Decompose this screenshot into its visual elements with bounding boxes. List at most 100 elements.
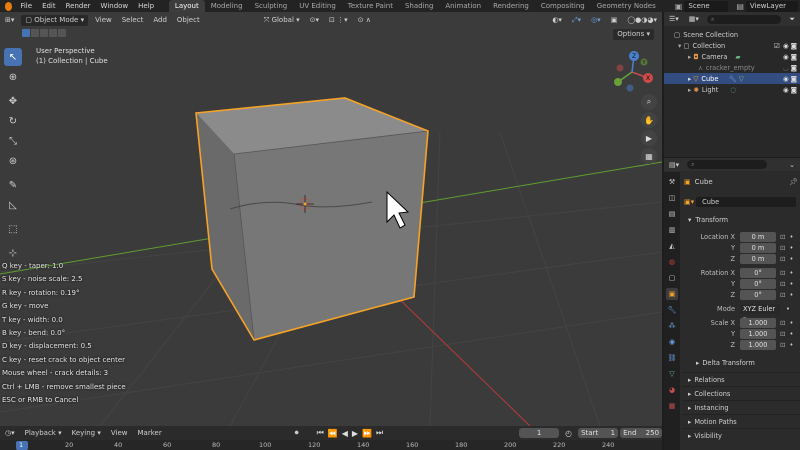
next-keyframe-icon[interactable]: ⏩	[360, 429, 374, 438]
scale-x-field[interactable]: 1.000	[740, 317, 776, 328]
start-frame-field[interactable]: Start 1	[578, 428, 619, 438]
render-camera-icon[interactable]: ◙	[791, 64, 797, 72]
lock-icon[interactable]: ⊡	[780, 319, 786, 327]
eye-hidden-icon[interactable]: ◡	[783, 64, 789, 72]
lock-icon[interactable]: ⊡	[780, 330, 786, 338]
tab-sculpting[interactable]: Sculpting	[249, 0, 294, 12]
menu-timeline-view[interactable]: View	[106, 426, 133, 440]
display-mode-icon[interactable]: ▦▾	[684, 12, 704, 26]
menu-file[interactable]: File	[15, 0, 37, 12]
keyframe-dot-icon[interactable]: •	[790, 255, 794, 263]
current-frame-field[interactable]: 1	[519, 428, 560, 438]
tree-row-cracker-empty[interactable]: ⋏ cracker_empty ◡ ◙	[664, 62, 800, 73]
relations-section[interactable]: ▸ Relations	[682, 372, 800, 386]
overlay-toggle-icon[interactable]: ◎▾	[586, 13, 606, 27]
rotation-mode-dropdown[interactable]: XYZ Euler ▾	[740, 303, 780, 323]
keyframe-dot-icon[interactable]: •	[790, 233, 794, 241]
eye-icon[interactable]: ◉	[783, 75, 789, 83]
exclude-checkbox-icon[interactable]: ☑	[774, 42, 780, 50]
eye-icon[interactable]: ◉	[783, 86, 789, 94]
tab-texture-paint[interactable]: Texture Paint	[342, 0, 399, 12]
menu-edit[interactable]: Edit	[37, 0, 61, 12]
perspective-toggle-icon[interactable]: ▦	[641, 148, 657, 164]
tab-world-icon[interactable]: ◍	[666, 256, 678, 268]
tree-row-scene-collection[interactable]: ▢ Scene Collection	[664, 29, 800, 40]
tab-rendering[interactable]: Rendering	[487, 0, 535, 12]
tab-material-icon[interactable]: ◕	[666, 384, 678, 396]
scale-y-field[interactable]: 1.000	[740, 328, 776, 339]
add-cube-tool-icon[interactable]: ⬚	[4, 220, 22, 238]
gizmo-neg-z-icon[interactable]	[626, 84, 634, 92]
tab-constraints-icon[interactable]: ⛓	[666, 352, 678, 364]
eye-icon[interactable]: ◉	[783, 42, 789, 50]
rotate-tool-icon[interactable]: ↻	[4, 112, 22, 130]
select-extend-icon[interactable]	[31, 29, 39, 37]
select-intersect-icon[interactable]	[58, 29, 66, 37]
render-camera-icon[interactable]: ◙	[791, 75, 797, 83]
mode-selector[interactable]: ▢ Object Mode ▾	[21, 14, 89, 26]
tab-physics-icon[interactable]: ◉	[666, 336, 678, 348]
blender-logo-icon[interactable]	[5, 1, 13, 11]
options-dropdown[interactable]: Options ▾	[613, 29, 654, 40]
select-box-tool-icon[interactable]: ↖	[4, 48, 22, 66]
lock-icon[interactable]: ⊡	[780, 255, 786, 263]
tree-row-cube[interactable]: ▸ ▽ Cube 🔧︎ ▽ ◉ ◙	[664, 73, 800, 84]
end-frame-field[interactable]: End 250	[620, 428, 663, 438]
location-x-field[interactable]: 0 m	[740, 231, 776, 242]
properties-panel[interactable]: ▤▾ ⌕ ⌄ ⚒ ◫ ▤ ▥ ◭ ◍ ▢ ▣ 🔧︎ ⁂ ◉ ⛓ ▽ ◕ ▦ ▣ …	[664, 158, 800, 450]
menu-window[interactable]: Window	[96, 0, 134, 12]
select-new-icon[interactable]	[22, 29, 30, 37]
camera-view-icon[interactable]: ▶	[641, 130, 657, 146]
panel-options-icon[interactable]: ⌄	[784, 158, 800, 172]
tree-row-light[interactable]: ▸ ✺ Light ◌ ◉ ◙	[664, 84, 800, 95]
menu-object[interactable]: Object	[172, 13, 205, 27]
timeline-editor[interactable]: ◷▾ Playback ▾ Keying ▾ View Marker ⏺ ⏮ ⏪…	[0, 426, 663, 450]
gizmo-y-icon[interactable]	[614, 78, 622, 86]
snap-icon[interactable]: ⊡ ⋮▾	[324, 13, 353, 27]
tree-row-camera[interactable]: ▸ ◘ Camera ▰ ◉ ◙	[664, 51, 800, 62]
tab-object-icon[interactable]: ▣	[666, 288, 678, 300]
play-reverse-icon[interactable]: ◀	[340, 429, 350, 438]
tab-uv-editing[interactable]: UV Editing	[293, 0, 342, 12]
select-subtract-icon[interactable]	[40, 29, 48, 37]
cursor-tool-icon[interactable]: ⊕	[4, 68, 22, 86]
filter-icon[interactable]: ⏷	[784, 12, 800, 26]
tab-tool-icon[interactable]: ⚒	[666, 176, 678, 188]
outliner-panel[interactable]: ☰▾ ▦▾ ⌕ ⏷ ▢ Scene Collection ▾ ▢ Collect…	[664, 12, 800, 157]
shading-modes-icon[interactable]: ◯●◑◕▾	[622, 13, 662, 27]
lock-icon[interactable]: ⊡	[780, 291, 786, 299]
gizmo-toggle-icon[interactable]: ⤢▾	[567, 13, 586, 27]
lock-icon[interactable]: ⊡	[780, 233, 786, 241]
tab-shading[interactable]: Shading	[399, 0, 439, 12]
pin-icon[interactable]: 📌︎	[789, 178, 798, 186]
render-camera-icon[interactable]: ◙	[791, 53, 797, 61]
menu-render[interactable]: Render	[61, 0, 96, 12]
outliner-editor-type-icon[interactable]: ☰▾	[664, 12, 684, 26]
instancing-section[interactable]: ▸ Instancing	[682, 400, 800, 414]
select-invert-icon[interactable]	[49, 29, 57, 37]
menu-select[interactable]: Select	[117, 13, 149, 27]
menu-playback[interactable]: Playback ▾	[20, 426, 67, 440]
keyframe-dot-icon[interactable]: •	[790, 280, 794, 288]
transform-tool-icon[interactable]: ⊛	[4, 152, 22, 170]
collections-section[interactable]: ▸ Collections	[682, 386, 800, 400]
gizmo-neg-x-icon[interactable]	[616, 64, 624, 72]
rotation-y-field[interactable]: 0°	[740, 278, 776, 289]
lock-icon[interactable]: ⊡	[780, 280, 786, 288]
proportional-edit-icon[interactable]: ⊙ ∧	[353, 13, 376, 27]
scene-selector[interactable]: Scene	[684, 0, 729, 12]
keyframe-dot-icon[interactable]: •	[790, 341, 794, 349]
menu-add[interactable]: Add	[148, 13, 172, 27]
expand-arrow-icon[interactable]: ▸	[688, 86, 691, 94]
properties-editor-type-icon[interactable]: ▤▾	[664, 158, 684, 172]
lock-icon[interactable]: ⊡	[780, 341, 786, 349]
play-icon[interactable]: ▶	[350, 429, 360, 438]
scale-z-field[interactable]: 1.000	[740, 339, 776, 350]
cube-object[interactable]	[195, 97, 429, 341]
annotate-tool-icon[interactable]: ✎	[4, 176, 22, 194]
eye-icon[interactable]: ◉	[783, 53, 789, 61]
expand-arrow-icon[interactable]: ▸	[688, 75, 691, 83]
render-camera-icon[interactable]: ◙	[791, 42, 797, 50]
stopwatch-icon[interactable]: ◴	[565, 429, 572, 438]
render-camera-icon[interactable]: ◙	[791, 86, 797, 94]
